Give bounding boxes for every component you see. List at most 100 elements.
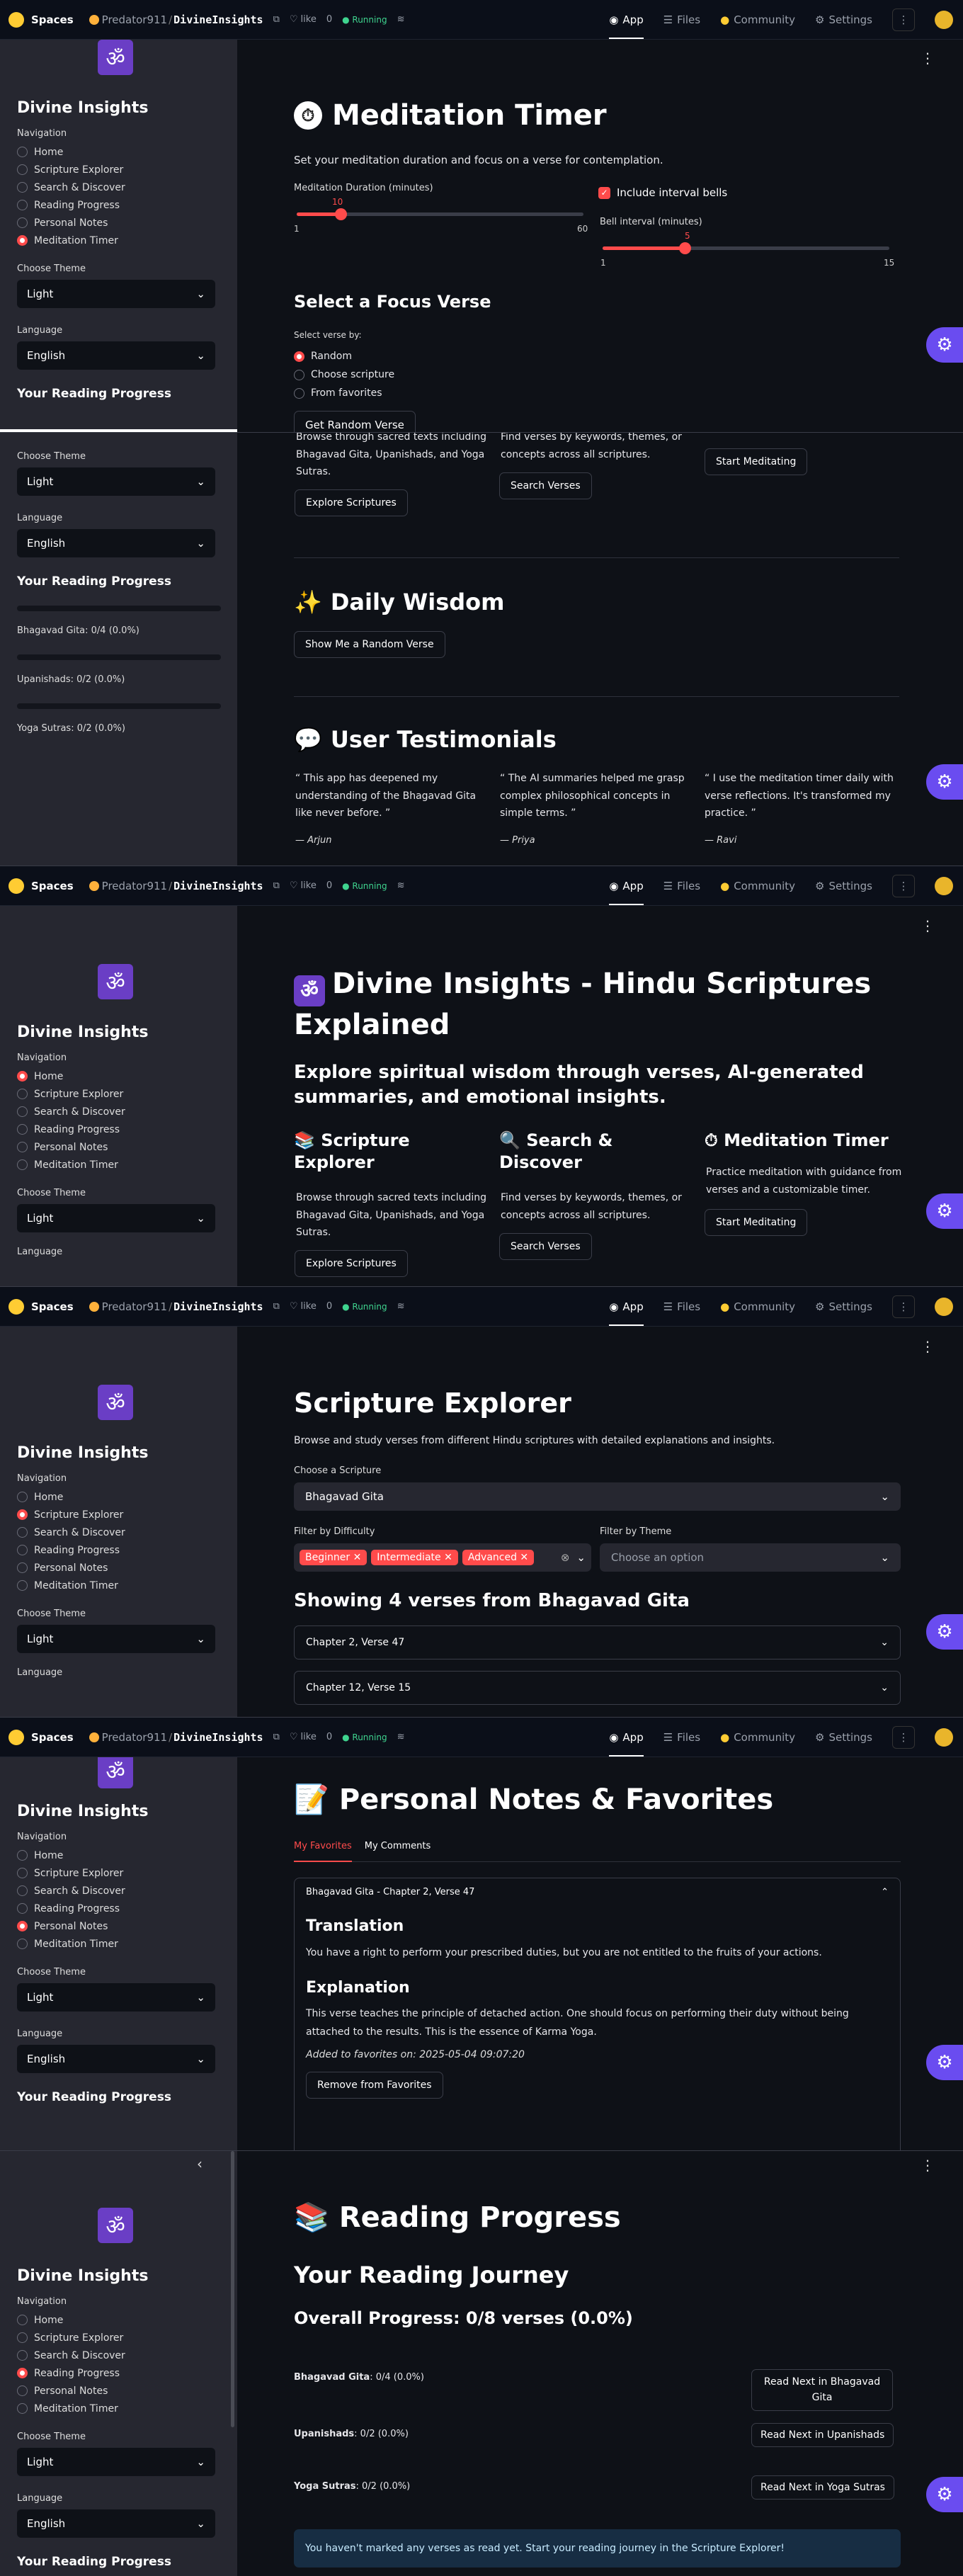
like-button[interactable]: like	[301, 880, 317, 891]
kebab-menu-icon[interactable]: ⋮	[921, 1338, 935, 1355]
tab-files[interactable]: ☰ Files	[663, 13, 700, 26]
clear-icon[interactable]: ⊗	[561, 1551, 570, 1564]
language-select[interactable]: English ⌄	[17, 341, 215, 370]
tab-app[interactable]: ◉ App	[609, 1288, 644, 1326]
nav-personal-notes[interactable]: Personal Notes	[17, 1138, 237, 1156]
option-choose-scripture[interactable]: Choose scripture	[294, 365, 394, 384]
nav-scripture-explorer[interactable]: Scripture Explorer	[17, 1506, 237, 1524]
heart-icon[interactable]: ♡	[290, 880, 298, 891]
repo-link[interactable]: DivineInsights	[173, 13, 263, 26]
language-select[interactable]: English ⌄	[17, 529, 215, 557]
kebab-menu-icon[interactable]: ⋮	[921, 2157, 935, 2174]
logs-icon[interactable]: ≋	[397, 1301, 405, 1312]
nav-home[interactable]: Home	[17, 1846, 237, 1864]
tab-community[interactable]: ● Community	[720, 880, 795, 892]
nav-scripture-explorer[interactable]: Scripture Explorer	[17, 161, 237, 178]
nav-personal-notes[interactable]: Personal Notes	[17, 1559, 237, 1577]
copy-icon[interactable]: ⧉	[273, 880, 280, 891]
close-icon[interactable]: ✕	[444, 1552, 452, 1563]
chip-intermediate[interactable]: Intermediate ✕	[371, 1550, 458, 1565]
more-options-icon[interactable]: ⋮	[892, 874, 915, 897]
nav-home[interactable]: Home	[17, 2311, 237, 2329]
read-next-gita-button[interactable]: Read Next in Bhagavad Gita	[751, 2369, 893, 2411]
read-next-upanishads-button[interactable]: Read Next in Upanishads	[751, 2423, 894, 2447]
tab-files[interactable]: ☰ Files	[663, 1300, 700, 1313]
kebab-menu-icon[interactable]: ⋮	[921, 917, 935, 934]
tab-my-comments[interactable]: My Comments	[365, 1841, 431, 1861]
nav-search[interactable]: Search & Discover	[17, 1524, 237, 1541]
nav-reading-progress[interactable]: Reading Progress	[17, 1120, 237, 1138]
nav-search[interactable]: Search & Discover	[17, 2347, 237, 2364]
theme-select[interactable]: Light ⌄	[17, 1625, 215, 1653]
repo-link[interactable]: DivineInsights	[173, 1300, 263, 1313]
tab-app[interactable]: ◉ App	[609, 867, 644, 905]
get-random-verse-button[interactable]: Get Random Verse	[294, 411, 416, 432]
copy-icon[interactable]: ⧉	[273, 1301, 280, 1312]
logs-icon[interactable]: ≋	[397, 880, 405, 891]
nav-meditation-timer[interactable]: Meditation Timer	[17, 1935, 237, 1953]
nav-home[interactable]: Home	[17, 1488, 237, 1506]
interval-checkbox[interactable]: ✓ Include interval bells	[598, 186, 727, 199]
nav-meditation-timer[interactable]: Meditation Timer	[17, 1156, 237, 1174]
explore-scriptures-button[interactable]: Explore Scriptures	[295, 1250, 408, 1277]
logs-icon[interactable]: ≋	[397, 14, 405, 25]
nav-personal-notes[interactable]: Personal Notes	[17, 214, 237, 232]
slider-thumb[interactable]	[678, 242, 691, 254]
nav-reading-progress[interactable]: Reading Progress	[17, 2364, 237, 2382]
scripture-select[interactable]: Bhagavad Gita ⌄	[294, 1482, 901, 1511]
tab-settings[interactable]: ⚙ Settings	[815, 13, 872, 26]
tab-community[interactable]: ● Community	[720, 13, 795, 26]
theme-select[interactable]: Light ⌄	[17, 2448, 215, 2476]
user-link[interactable]: Predator911	[102, 1300, 167, 1313]
chip-beginner[interactable]: Beginner ✕	[300, 1550, 367, 1565]
nav-scripture-explorer[interactable]: Scripture Explorer	[17, 2329, 237, 2347]
close-icon[interactable]: ✕	[353, 1552, 362, 1563]
explore-scriptures-button[interactable]: Explore Scriptures	[295, 489, 408, 516]
nav-scripture-explorer[interactable]: Scripture Explorer	[17, 1085, 237, 1103]
more-options-icon[interactable]: ⋮	[892, 1725, 915, 1749]
settings-gear-icon[interactable]: ⚙	[926, 764, 963, 800]
difficulty-multiselect[interactable]: Beginner ✕ Intermediate ✕ Advanced ✕ ⊗ ⌄	[294, 1543, 591, 1572]
settings-gear-icon[interactable]: ⚙	[926, 1193, 963, 1229]
user-avatar[interactable]	[935, 876, 953, 895]
settings-gear-icon[interactable]: ⚙	[926, 1614, 963, 1650]
collapse-sidebar-icon[interactable]: ‹	[197, 2155, 203, 2172]
tab-settings[interactable]: ⚙ Settings	[815, 1300, 872, 1313]
more-options-icon[interactable]: ⋮	[892, 8, 915, 31]
nav-reading-progress[interactable]: Reading Progress	[17, 1541, 237, 1559]
theme-select[interactable]: Light ⌄	[17, 280, 215, 308]
like-button[interactable]: like	[301, 1301, 317, 1312]
start-meditating-button[interactable]: Start Meditating	[705, 448, 808, 475]
remove-favorite-button[interactable]: Remove from Favorites	[306, 2071, 443, 2099]
repo-link[interactable]: DivineInsights	[173, 1731, 263, 1744]
nav-search[interactable]: Search & Discover	[17, 178, 237, 196]
user-link[interactable]: Predator911	[102, 1731, 167, 1744]
language-select[interactable]: English ⌄	[17, 2045, 215, 2073]
tab-community[interactable]: ● Community	[720, 1731, 795, 1744]
tab-app[interactable]: ◉ App	[609, 1718, 644, 1757]
close-icon[interactable]: ✕	[520, 1552, 528, 1563]
nav-meditation-timer[interactable]: Meditation Timer	[17, 1577, 237, 1594]
nav-scripture-explorer[interactable]: Scripture Explorer	[17, 1864, 237, 1882]
verse-expander[interactable]: Chapter 2, Verse 47 ⌄	[294, 1625, 901, 1659]
nav-personal-notes[interactable]: Personal Notes	[17, 2382, 237, 2400]
spaces-link[interactable]: Spaces	[31, 13, 74, 26]
slider-thumb[interactable]	[334, 208, 347, 220]
start-meditating-button[interactable]: Start Meditating	[705, 1209, 808, 1236]
like-button[interactable]: like	[301, 1732, 317, 1742]
theme-select[interactable]: Light ⌄	[17, 467, 215, 496]
theme-select[interactable]: Light ⌄	[17, 1204, 215, 1232]
logs-icon[interactable]: ≋	[397, 1732, 405, 1742]
nav-meditation-timer[interactable]: Meditation Timer	[17, 2400, 237, 2417]
theme-select[interactable]: Light ⌄	[17, 1983, 215, 2012]
verse-expander[interactable]: Chapter 12, Verse 15 ⌄	[294, 1671, 901, 1705]
tab-settings[interactable]: ⚙ Settings	[815, 880, 872, 892]
option-random[interactable]: Random	[294, 347, 394, 365]
user-avatar[interactable]	[935, 1727, 953, 1747]
settings-gear-icon[interactable]: ⚙	[926, 2477, 963, 2512]
duration-slider[interactable]	[297, 208, 583, 220]
user-avatar[interactable]	[935, 1297, 953, 1316]
search-verses-button[interactable]: Search Verses	[499, 472, 592, 499]
settings-gear-icon[interactable]: ⚙	[926, 2045, 963, 2080]
nav-home[interactable]: Home	[17, 143, 237, 161]
